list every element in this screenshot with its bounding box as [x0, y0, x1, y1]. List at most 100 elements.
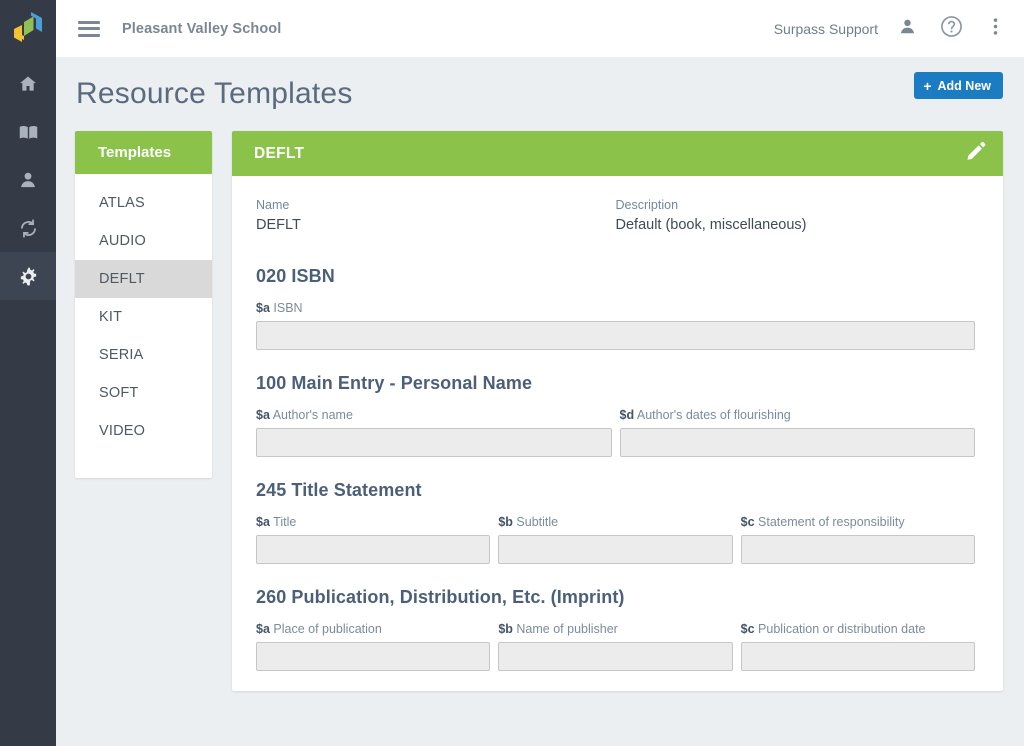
subfield-name: Name of publisher	[516, 622, 618, 636]
help-circle-icon	[939, 14, 964, 44]
sidebar-item-settings[interactable]	[0, 252, 56, 300]
subfield-label: $a Title	[256, 515, 490, 529]
subfield-code: $a	[256, 622, 270, 636]
template-detail-card: DEFLT Name DEFLT Description Default (bo…	[232, 131, 1003, 691]
subfield-input[interactable]	[256, 428, 612, 457]
add-new-label: Add New	[937, 78, 991, 93]
plus-icon: +	[923, 77, 932, 94]
subfield-input[interactable]	[256, 642, 491, 671]
subfield-code: $a	[256, 301, 270, 315]
marc-field-group: 260 Publication, Distribution, Etc. (Imp…	[256, 564, 975, 671]
user-label: Surpass Support	[773, 20, 878, 37]
school-name: Pleasant Valley School	[122, 20, 282, 37]
subfield-row: $a Place of publication $b Name of publis…	[256, 622, 975, 671]
subfield-code: $c	[740, 515, 755, 529]
subfield: $a Title	[256, 515, 491, 564]
subfield-label: $d Author's dates of flourishing	[620, 408, 976, 422]
subfield: $a Place of publication	[256, 622, 491, 671]
subfield-label: $c Publication or distribution date	[741, 622, 975, 636]
subfield: $c Publication or distribution date	[740, 622, 975, 671]
template-detail-header: DEFLT	[232, 131, 1003, 176]
template-description-field: Description Default (book, miscellaneous…	[616, 198, 976, 233]
marc-field-group-title: 260 Publication, Distribution, Etc. (Imp…	[256, 587, 625, 607]
template-name-value: DEFLT	[256, 217, 301, 233]
subfield-code: $d	[619, 408, 635, 422]
marc-field-group: 245 Title Statement $a Title $b Subtitle $c…	[256, 457, 975, 564]
subfield-row: $a Title $b Subtitle $c Statement of respo…	[256, 515, 975, 564]
sync-icon	[18, 218, 39, 239]
template-meta-row: Name DEFLT Description Default (book, mi…	[256, 198, 975, 243]
subfield-input[interactable]	[498, 642, 733, 671]
subfield-row: $a ISBN	[256, 301, 975, 350]
subfield-name: Title	[273, 515, 297, 529]
subfield-label: $a Place of publication	[256, 622, 490, 636]
subfield-input[interactable]	[256, 321, 975, 350]
subfield: $c Statement of responsibility	[740, 515, 975, 564]
subfield-code: $c	[740, 622, 755, 636]
subfield-label: $a Author's name	[256, 408, 612, 422]
subfield-input[interactable]	[619, 428, 975, 457]
subfield: $b Subtitle	[498, 515, 733, 564]
subfield-input[interactable]	[740, 642, 975, 671]
help-button[interactable]	[936, 14, 966, 44]
subfield-name: Place of publication	[273, 622, 382, 636]
subfield-input[interactable]	[256, 535, 491, 564]
subfield-name: Subtitle	[516, 515, 559, 529]
templates-panel: Templates ATLAS AUDIO DEFLT KIT SERIA SOFT VID…	[75, 131, 212, 478]
subfield-code: $a	[256, 515, 270, 529]
template-list-item[interactable]: SOFT	[75, 374, 212, 412]
subfield-name: Publication or distribution date	[758, 622, 926, 636]
subfield-label: $a ISBN	[256, 301, 975, 315]
subfield-code: $b	[498, 515, 513, 529]
template-list-item[interactable]: KIT	[75, 298, 212, 336]
marc-field-group-title: 245 Title Statement	[256, 480, 422, 500]
subfield-row: $a Author's name $d Author's dates of flo…	[256, 408, 975, 457]
marc-field-group-title: 020 ISBN	[256, 266, 335, 286]
subfield-label: $b Name of publisher	[498, 622, 732, 636]
template-list-item[interactable]: SERIA	[75, 336, 212, 374]
subfield-code: $b	[498, 622, 513, 636]
pencil-icon	[965, 140, 987, 167]
subfield-name: Author's dates of flourishing	[636, 408, 791, 422]
overflow-menu-button[interactable]	[980, 14, 1010, 44]
content-columns: Templates ATLAS AUDIO DEFLT KIT SERIA SOFT VID…	[56, 131, 1024, 691]
account-button[interactable]	[892, 14, 922, 44]
template-detail-body: Name DEFLT Description Default (book, mi…	[232, 176, 1003, 681]
subfield-input[interactable]	[740, 535, 975, 564]
person-icon	[898, 17, 917, 41]
hamburger-icon[interactable]	[78, 20, 100, 37]
subfield-name: Author's name	[272, 408, 353, 422]
sidebar-item-catalog[interactable]	[0, 108, 56, 156]
subfield-name: ISBN	[273, 301, 303, 315]
sidebar-item-circulation[interactable]	[0, 204, 56, 252]
sidebar-item-home[interactable]	[0, 60, 56, 108]
person-icon	[18, 170, 38, 190]
subfield-label: $b Subtitle	[498, 515, 732, 529]
subfield: $b Name of publisher	[498, 622, 733, 671]
icon-rail	[0, 0, 56, 746]
template-name-field: Name DEFLT	[256, 198, 616, 233]
app-root: Pleasant Valley School Surpass Support R…	[0, 0, 1024, 746]
edit-template-button[interactable]	[965, 140, 987, 167]
book-icon	[18, 122, 39, 143]
more-vertical-icon	[993, 16, 998, 42]
template-list-item[interactable]: VIDEO	[75, 412, 212, 450]
home-icon	[18, 74, 38, 94]
marc-field-group-title: 100 Main Entry - Personal Name	[256, 373, 533, 393]
template-name-label: Name	[256, 198, 290, 212]
template-description-label: Description	[615, 198, 679, 212]
template-list-item[interactable]: DEFLT	[75, 260, 212, 298]
surpass-logo	[0, 0, 56, 56]
page-title: Resource Templates	[76, 77, 353, 110]
subfield: $a Author's name	[256, 408, 612, 457]
add-new-button[interactable]: + Add New	[914, 72, 1003, 99]
templates-panel-header: Templates	[75, 131, 212, 174]
template-list-item[interactable]: AUDIO	[75, 222, 212, 260]
template-list-item[interactable]: ATLAS	[75, 184, 212, 222]
sidebar-item-patrons[interactable]	[0, 156, 56, 204]
gear-icon	[18, 266, 39, 287]
subfield-code: $a	[256, 408, 270, 422]
subfield: $a ISBN	[256, 301, 975, 350]
page-header: Resource Templates + Add New	[56, 57, 1024, 131]
subfield-input[interactable]	[498, 535, 733, 564]
